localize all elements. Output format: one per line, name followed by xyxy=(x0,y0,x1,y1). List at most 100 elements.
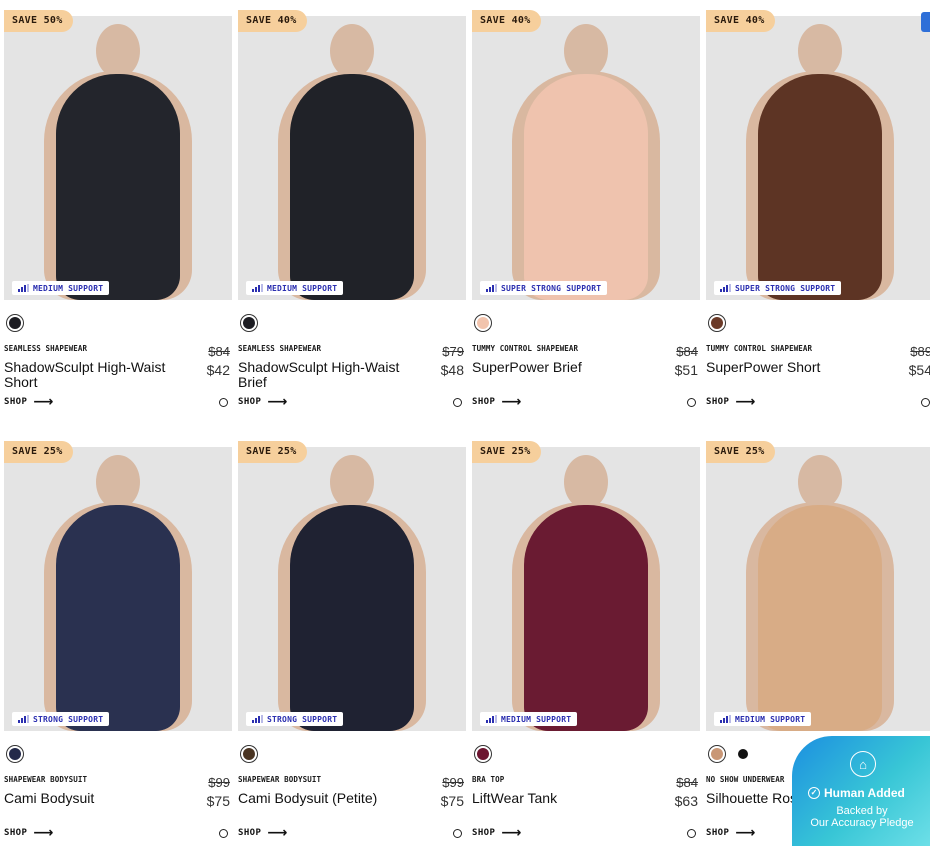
signal-bars-icon xyxy=(720,715,731,723)
arrow-right-icon: ⟶ xyxy=(735,394,756,410)
signal-bars-icon xyxy=(252,284,263,292)
home-icon: ⌂ xyxy=(850,751,876,777)
product-name[interactable]: Cami Bodysuit (Petite) xyxy=(238,791,418,806)
pledge-title: ✓ Human Added xyxy=(808,786,930,800)
sale-price: $75 xyxy=(206,793,230,809)
color-swatch[interactable] xyxy=(474,745,492,763)
compare-icon[interactable] xyxy=(219,829,228,838)
product-name[interactable]: ShadowSculpt High-Waist Brief xyxy=(238,360,418,390)
product-category: TUMMY CONTROL SHAPEWEAR xyxy=(706,344,813,353)
color-swatches xyxy=(6,745,24,763)
model-head xyxy=(96,455,140,509)
arrow-right-icon: ⟶ xyxy=(501,394,522,410)
support-badge: SUPER STRONG SUPPORT xyxy=(480,281,608,295)
side-tab[interactable] xyxy=(921,12,930,32)
save-badge: SAVE 25% xyxy=(238,441,307,463)
save-badge: SAVE 50% xyxy=(4,10,73,32)
product-name[interactable]: ShadowSculpt High-Waist Short xyxy=(4,360,184,390)
accuracy-pledge-widget[interactable]: ⌂ ✓ Human Added Backed by Our Accuracy P… xyxy=(792,736,930,846)
shop-link[interactable]: SHOP ⟶ xyxy=(238,825,288,841)
save-badge: SAVE 25% xyxy=(706,441,775,463)
product-name[interactable]: SuperPower Short xyxy=(706,360,886,375)
signal-bars-icon xyxy=(18,284,29,292)
product-image[interactable]: STRONG SUPPORT xyxy=(4,447,232,731)
arrow-right-icon: ⟶ xyxy=(267,394,288,410)
shop-label: SHOP xyxy=(706,828,730,838)
shop-link[interactable]: SHOP ⟶ xyxy=(472,394,522,410)
color-swatches xyxy=(240,314,258,332)
color-swatch[interactable] xyxy=(474,314,492,332)
color-swatches xyxy=(240,745,258,763)
compare-icon[interactable] xyxy=(921,398,930,407)
product-name[interactable]: Cami Bodysuit xyxy=(4,791,184,806)
support-label: MEDIUM SUPPORT xyxy=(501,714,572,724)
product-grid: SAVE 50% MEDIUM SUPPORT SEAMLESS SHAPEWE… xyxy=(0,0,930,846)
color-swatch[interactable] xyxy=(240,745,258,763)
pledge-title-text: Human Added xyxy=(824,786,905,800)
compare-icon[interactable] xyxy=(687,398,696,407)
product-name[interactable]: LiftWear Tank xyxy=(472,791,652,806)
model-head xyxy=(330,455,374,509)
sale-price: $75 xyxy=(440,793,464,809)
shop-link[interactable]: SHOP ⟶ xyxy=(238,394,288,410)
garment xyxy=(758,505,882,731)
signal-bars-icon xyxy=(720,284,731,292)
product-category: BRA TOP xyxy=(472,775,505,784)
product-image[interactable]: MEDIUM SUPPORT xyxy=(472,447,700,731)
product-image[interactable]: MEDIUM SUPPORT xyxy=(238,16,466,300)
support-label: STRONG SUPPORT xyxy=(267,714,338,724)
original-price: $99 xyxy=(208,775,230,790)
shop-link[interactable]: SHOP ⟶ xyxy=(472,826,522,840)
compare-icon[interactable] xyxy=(687,829,696,838)
product-image[interactable]: SUPER STRONG SUPPORT xyxy=(706,16,930,300)
product-category: SHAPEWEAR BODYSUIT xyxy=(4,775,88,784)
product-name[interactable]: SuperPower Brief xyxy=(472,360,652,375)
color-swatches xyxy=(6,314,24,332)
color-swatch[interactable] xyxy=(734,745,752,763)
save-badge: SAVE 40% xyxy=(238,10,307,32)
shop-label: SHOP xyxy=(4,828,28,838)
support-label: MEDIUM SUPPORT xyxy=(267,283,338,293)
original-price: $79 xyxy=(442,344,464,359)
product-image[interactable]: STRONG SUPPORT xyxy=(238,447,466,731)
product-image[interactable]: MEDIUM SUPPORT xyxy=(706,447,930,731)
model-head xyxy=(96,24,140,78)
original-price: $84 xyxy=(676,775,698,790)
color-swatch[interactable] xyxy=(708,314,726,332)
color-swatch[interactable] xyxy=(6,745,24,763)
product-image[interactable]: MEDIUM SUPPORT xyxy=(4,16,232,300)
color-swatch[interactable] xyxy=(240,314,258,332)
compare-icon[interactable] xyxy=(453,398,462,407)
save-badge: SAVE 40% xyxy=(706,10,775,32)
support-label: SUPER STRONG SUPPORT xyxy=(501,283,602,293)
color-swatch[interactable] xyxy=(6,314,24,332)
model-head xyxy=(798,24,842,78)
original-price: $89 xyxy=(910,344,930,359)
support-label: STRONG SUPPORT xyxy=(33,714,104,724)
garment xyxy=(758,74,882,300)
arrow-right-icon: ⟶ xyxy=(267,825,288,841)
signal-bars-icon xyxy=(486,715,497,723)
compare-icon[interactable] xyxy=(453,829,462,838)
support-label: MEDIUM SUPPORT xyxy=(735,714,806,724)
arrow-right-icon: ⟶ xyxy=(33,394,54,410)
shop-link[interactable]: SHOP ⟶ xyxy=(4,826,54,840)
shop-link[interactable]: SHOP ⟶ xyxy=(706,394,756,410)
pledge-line-2: Our Accuracy Pledge xyxy=(810,817,914,829)
support-badge: MEDIUM SUPPORT xyxy=(714,712,812,726)
shop-link[interactable]: SHOP ⟶ xyxy=(4,394,54,410)
compare-icon[interactable] xyxy=(219,398,228,407)
color-swatches xyxy=(708,314,726,332)
product-category: SEAMLESS SHAPEWEAR xyxy=(4,344,88,353)
model-head xyxy=(330,24,374,78)
shop-label: SHOP xyxy=(238,828,262,838)
product-category: NO SHOW UNDERWEAR xyxy=(706,775,785,784)
arrow-right-icon: ⟶ xyxy=(735,825,756,841)
garment xyxy=(56,74,180,300)
color-swatch[interactable] xyxy=(708,745,726,763)
product-image[interactable]: SUPER STRONG SUPPORT xyxy=(472,16,700,300)
garment xyxy=(290,505,414,731)
shop-label: SHOP xyxy=(4,397,28,407)
shop-link[interactable]: SHOP ⟶ xyxy=(706,825,756,841)
signal-bars-icon xyxy=(486,284,497,292)
